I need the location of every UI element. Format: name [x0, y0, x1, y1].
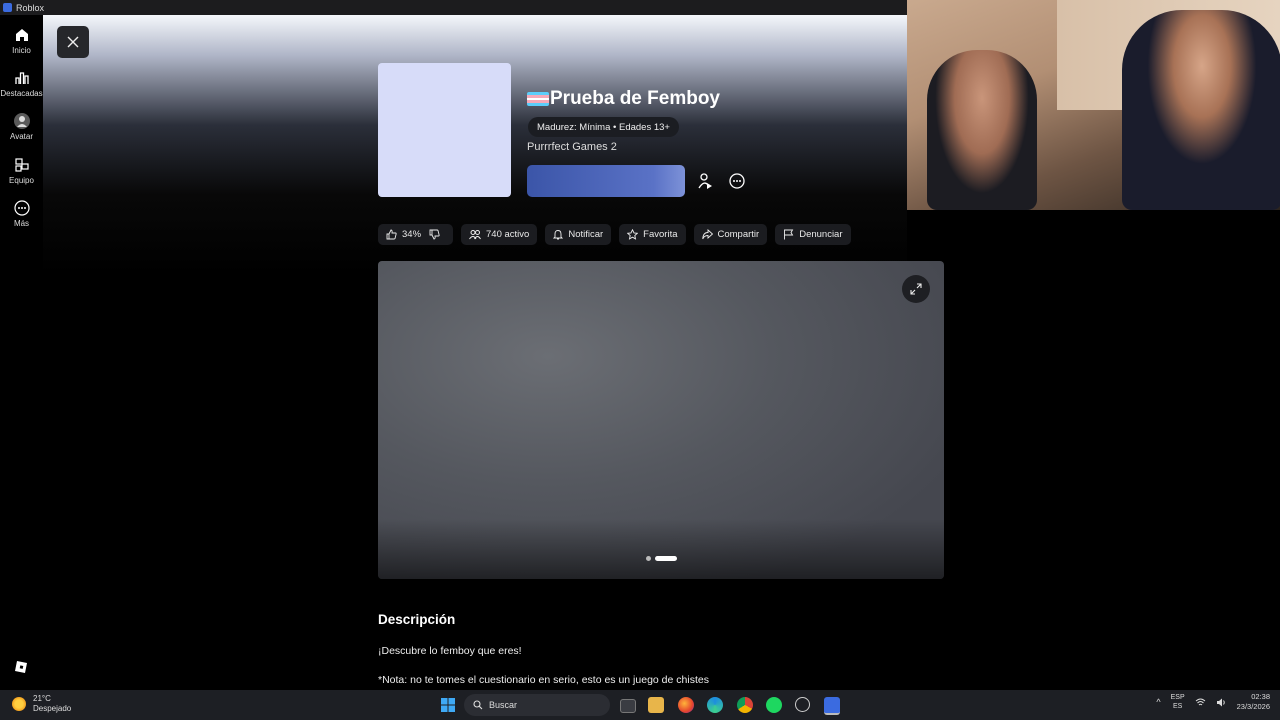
media-fade — [378, 519, 944, 579]
inventory-icon — [14, 158, 29, 172]
people-icon — [469, 230, 481, 240]
windows-taskbar: 21°C Despejado Buscar ^ ESP ES 02:38 23/… — [0, 690, 1280, 720]
play-button[interactable] — [527, 165, 685, 197]
charts-icon — [14, 72, 29, 84]
game-title-text: Prueba de Femboy — [550, 88, 720, 109]
wifi-icon[interactable] — [1195, 698, 1206, 707]
chevron-up-icon[interactable]: ^ — [1156, 697, 1160, 707]
report-button[interactable]: Denunciar — [775, 224, 851, 245]
fullscreen-button[interactable] — [902, 275, 930, 303]
ellipsis-icon — [729, 173, 745, 189]
description-heading: Descripción — [378, 612, 456, 627]
sidebar-item-avatar[interactable]: Avatar — [0, 112, 43, 141]
weather-desc: Despejado — [33, 704, 72, 713]
sidebar-item-label: Destacadas — [0, 89, 43, 98]
action-row: 34% 740 activo Notificar Favorita Compar… — [378, 224, 851, 245]
favorite-button[interactable]: Favorita — [619, 224, 686, 245]
sidebar-item-label: Equipo — [9, 176, 34, 185]
spotify-icon[interactable] — [766, 697, 782, 713]
webcam-overlay — [907, 0, 1280, 210]
home-icon — [15, 29, 28, 41]
active-players-pill: 740 activo — [461, 224, 538, 245]
avatar-icon — [13, 113, 30, 129]
sidebar-item-destacadas[interactable]: Destacadas — [0, 69, 43, 98]
share-label: Compartir — [717, 229, 760, 240]
file-explorer-icon[interactable] — [648, 697, 664, 713]
clock-date: 23/3/2026 — [1236, 702, 1270, 711]
webcam-person — [1122, 10, 1280, 210]
flag-icon — [784, 229, 794, 240]
roblox-taskbar-icon[interactable] — [824, 697, 840, 715]
more-icon — [13, 200, 30, 216]
close-button[interactable] — [57, 26, 89, 58]
carousel-dot-active[interactable] — [655, 556, 677, 561]
search-placeholder: Buscar — [489, 700, 518, 710]
carousel-dots — [646, 556, 677, 561]
windows-start-icon[interactable] — [440, 697, 456, 713]
thumbs-down-icon[interactable] — [429, 229, 440, 240]
creator-link[interactable]: Purrrfect Games 2 — [527, 141, 617, 153]
join-friend-button[interactable] — [695, 171, 715, 191]
notify-button[interactable]: Notificar — [545, 224, 612, 245]
sun-icon — [12, 697, 26, 711]
sidebar: Inicio Destacadas Avatar Equipo Más — [0, 15, 43, 690]
language-indicator[interactable]: ESP ES — [1171, 693, 1185, 711]
maturity-badge[interactable]: Madurez: Mínima • Edades 13+ — [528, 117, 679, 137]
firefox-icon[interactable] — [678, 697, 694, 713]
weather-temp: 21°C — [33, 694, 51, 703]
description-line: *Nota: no te tomes el cuestionario en se… — [378, 674, 709, 686]
expand-icon — [910, 283, 922, 295]
sidebar-item-label: Avatar — [10, 132, 33, 141]
carousel-dot[interactable] — [646, 556, 651, 561]
share-icon — [701, 229, 713, 240]
search-icon — [473, 700, 483, 710]
edge-icon[interactable] — [707, 697, 723, 713]
notify-label: Notificar — [568, 229, 604, 240]
roblox-app-icon — [3, 3, 12, 12]
clock-time: 02:38 — [1251, 692, 1270, 701]
rating-pill: 34% — [378, 224, 454, 245]
system-tray: ^ ESP ES 02:38 23/3/2026 — [1156, 692, 1270, 712]
webcam-person — [927, 50, 1037, 210]
clock[interactable]: 02:38 23/3/2026 — [1237, 692, 1270, 712]
rating-value: 34% — [402, 229, 422, 240]
transgender-flag-icon — [527, 92, 549, 106]
task-view-icon[interactable] — [620, 699, 636, 713]
game-title: Prueba de Femboy — [527, 88, 720, 110]
favorite-label: Favorita — [643, 229, 678, 240]
media-carousel[interactable] — [378, 261, 944, 579]
sidebar-item-label: Inicio — [12, 46, 31, 55]
share-button[interactable]: Compartir — [693, 224, 768, 245]
language-code: ESP — [1170, 694, 1185, 701]
description-line: ¡Descubre lo femboy que eres! — [378, 645, 522, 657]
bell-icon — [553, 230, 564, 240]
person-play-icon — [698, 173, 712, 189]
active-players-count: 740 activo — [486, 229, 530, 240]
thumbs-up-icon[interactable] — [386, 229, 397, 240]
sidebar-item-equipo[interactable]: Equipo — [0, 156, 43, 185]
game-thumbnail — [378, 63, 511, 197]
window-title: Roblox — [16, 2, 45, 13]
weather-widget[interactable]: 21°C Despejado — [12, 694, 71, 714]
report-label: Denunciar — [799, 229, 843, 240]
chrome-icon[interactable] — [737, 697, 753, 713]
volume-icon[interactable] — [1216, 698, 1227, 707]
more-options-button[interactable] — [727, 171, 747, 191]
sidebar-item-mas[interactable]: Más — [0, 199, 43, 228]
roblox-logo-icon[interactable] — [14, 660, 28, 674]
star-icon — [627, 229, 639, 240]
close-icon — [67, 36, 79, 48]
taskbar-search[interactable]: Buscar — [464, 694, 610, 716]
sidebar-item-inicio[interactable]: Inicio — [0, 26, 43, 55]
obs-icon[interactable] — [795, 697, 810, 712]
language-region: ES — [1172, 703, 1183, 710]
sidebar-item-label: Más — [13, 219, 30, 228]
